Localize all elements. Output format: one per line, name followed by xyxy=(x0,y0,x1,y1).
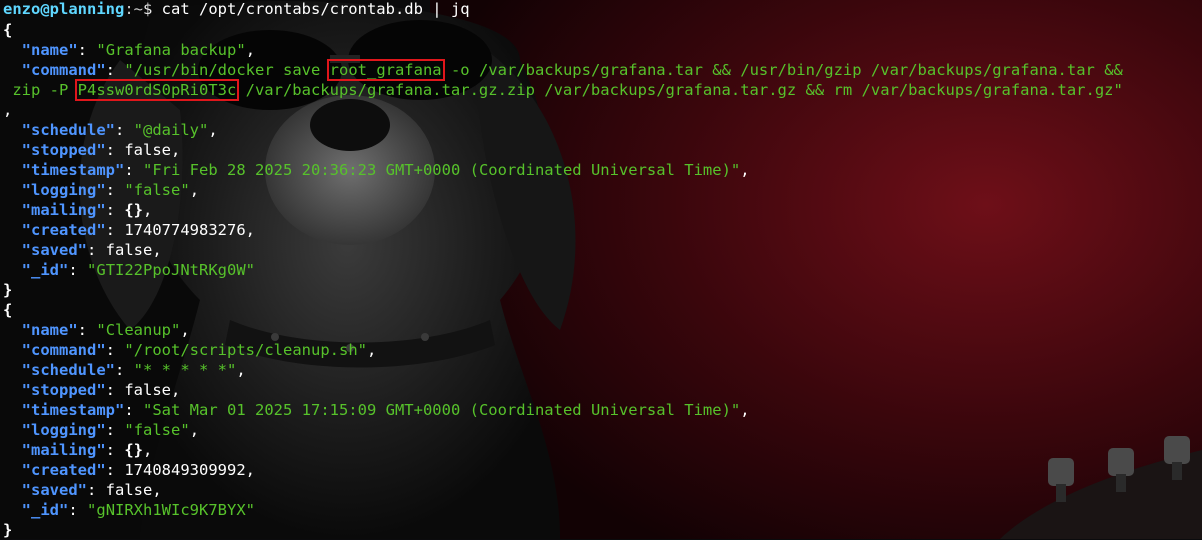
json-key: "command" xyxy=(21,341,106,359)
json-value: * * * * * xyxy=(143,361,228,379)
json-value: Sat Mar 01 2025 17:15:09 GMT+0000 (Coord… xyxy=(152,401,731,419)
prompt-line: enzo@planning:~$ cat /opt/crontabs/cront… xyxy=(3,0,1202,20)
json-key: "name" xyxy=(21,41,78,59)
json-key: "schedule" xyxy=(21,121,115,139)
json-line-stopped: "stopped": false, xyxy=(21,381,181,399)
json-key: "stopped" xyxy=(21,141,106,159)
json-value: Fri Feb 28 2025 20:36:23 GMT+0000 (Coord… xyxy=(152,161,731,179)
json-key: "timestamp" xyxy=(21,401,125,419)
json-value: Cleanup xyxy=(105,321,172,339)
json-close-brace: } xyxy=(3,521,13,539)
json-line-name: "name": "Cleanup", xyxy=(21,321,190,339)
terminal-output: enzo@planning:~$ cat /opt/crontabs/cront… xyxy=(3,0,1202,539)
json-key: "logging" xyxy=(21,421,106,439)
json-line-created: "created": 1740849309992, xyxy=(21,461,256,479)
json-line-saved: "saved": false, xyxy=(21,241,162,259)
json-key: "created" xyxy=(21,461,106,479)
json-line-timestamp: "timestamp": "Sat Mar 01 2025 17:15:09 G… xyxy=(21,401,750,419)
json-key: "mailing" xyxy=(21,441,106,459)
prompt-host: planning xyxy=(49,0,125,18)
json-key: "schedule" xyxy=(21,361,115,379)
json-line-schedule: "schedule": "* * * * *", xyxy=(21,361,246,379)
json-open-brace: { xyxy=(3,301,13,319)
json-line-command-wrap: zip -P P4ssw0rdS0pRi0T3c /var/backups/gr… xyxy=(3,79,1202,101)
json-key: "created" xyxy=(21,221,106,239)
json-value: -o /var/backups/grafana.tar && /usr/bin/… xyxy=(441,61,1123,79)
json-value: GTI22PpoJNtRKg0W xyxy=(96,261,246,279)
json-value: false xyxy=(133,421,181,439)
highlight-container-name: root_grafana xyxy=(326,59,445,81)
json-value: {} xyxy=(124,441,144,459)
json-key: "name" xyxy=(21,321,78,339)
json-value: false xyxy=(105,481,153,499)
json-value: zip -P xyxy=(3,81,78,99)
json-open-brace: { xyxy=(3,21,13,39)
json-key: "saved" xyxy=(21,481,87,499)
prompt-user: enzo xyxy=(3,0,41,18)
json-key: "command" xyxy=(21,61,106,79)
json-key: "_id" xyxy=(21,261,69,279)
json-line-command: "command": "/usr/bin/docker save root_gr… xyxy=(21,59,1123,81)
json-key: "timestamp" xyxy=(21,161,125,179)
highlight-zip-password: P4ssw0rdS0pRi0T3c xyxy=(74,79,240,101)
json-line-mailing: "mailing": {}, xyxy=(21,201,153,219)
json-line-mailing: "mailing": {}, xyxy=(21,441,153,459)
json-key: "mailing" xyxy=(21,201,106,219)
json-key: "logging" xyxy=(21,181,106,199)
json-value: @daily xyxy=(143,121,200,139)
json-value: {} xyxy=(124,201,144,219)
prompt-symbol: $ xyxy=(143,0,153,18)
json-line-timestamp: "timestamp": "Fri Feb 28 2025 20:36:23 G… xyxy=(21,161,750,179)
json-line-logging: "logging": "false", xyxy=(21,421,200,439)
json-value: false xyxy=(133,181,181,199)
json-line-schedule: "schedule": "@daily", xyxy=(21,121,218,139)
json-value: false xyxy=(124,381,172,399)
json-value: 1740849309992 xyxy=(124,461,246,479)
json-line-created: "created": 1740774983276, xyxy=(21,221,256,239)
json-value: /usr/bin/docker save xyxy=(133,61,330,79)
json-key: "_id" xyxy=(21,501,69,519)
prompt-at: @ xyxy=(40,0,50,18)
json-line-saved: "saved": false, xyxy=(21,481,162,499)
json-value: false xyxy=(105,241,153,259)
json-value: gNIRXh1WIc9K7BYX xyxy=(96,501,246,519)
json-line-id: "_id": "gNIRXh1WIc9K7BYX" xyxy=(21,501,256,519)
json-line-name: "name": "Grafana backup", xyxy=(21,41,256,59)
json-value: false xyxy=(124,141,172,159)
json-line-command: "command": "/root/scripts/cleanup.sh", xyxy=(21,341,377,359)
json-close-brace: } xyxy=(3,281,13,299)
shell-command: cat /opt/crontabs/crontab.db | jq xyxy=(152,0,470,18)
json-key: "saved" xyxy=(21,241,87,259)
json-line-id: "_id": "GTI22PpoJNtRKg0W" xyxy=(21,261,256,279)
prompt-path: :~ xyxy=(124,0,143,18)
json-value: /root/scripts/cleanup.sh xyxy=(133,341,358,359)
json-line-stopped: "stopped": false, xyxy=(21,141,181,159)
json-value: 1740774983276 xyxy=(124,221,246,239)
json-value: Grafana backup xyxy=(105,41,237,59)
json-comma: , xyxy=(3,101,13,119)
json-key: "stopped" xyxy=(21,381,106,399)
json-value: /var/backups/grafana.tar.gz.zip /var/bac… xyxy=(236,81,1123,99)
json-line-logging: "logging": "false", xyxy=(21,181,200,199)
